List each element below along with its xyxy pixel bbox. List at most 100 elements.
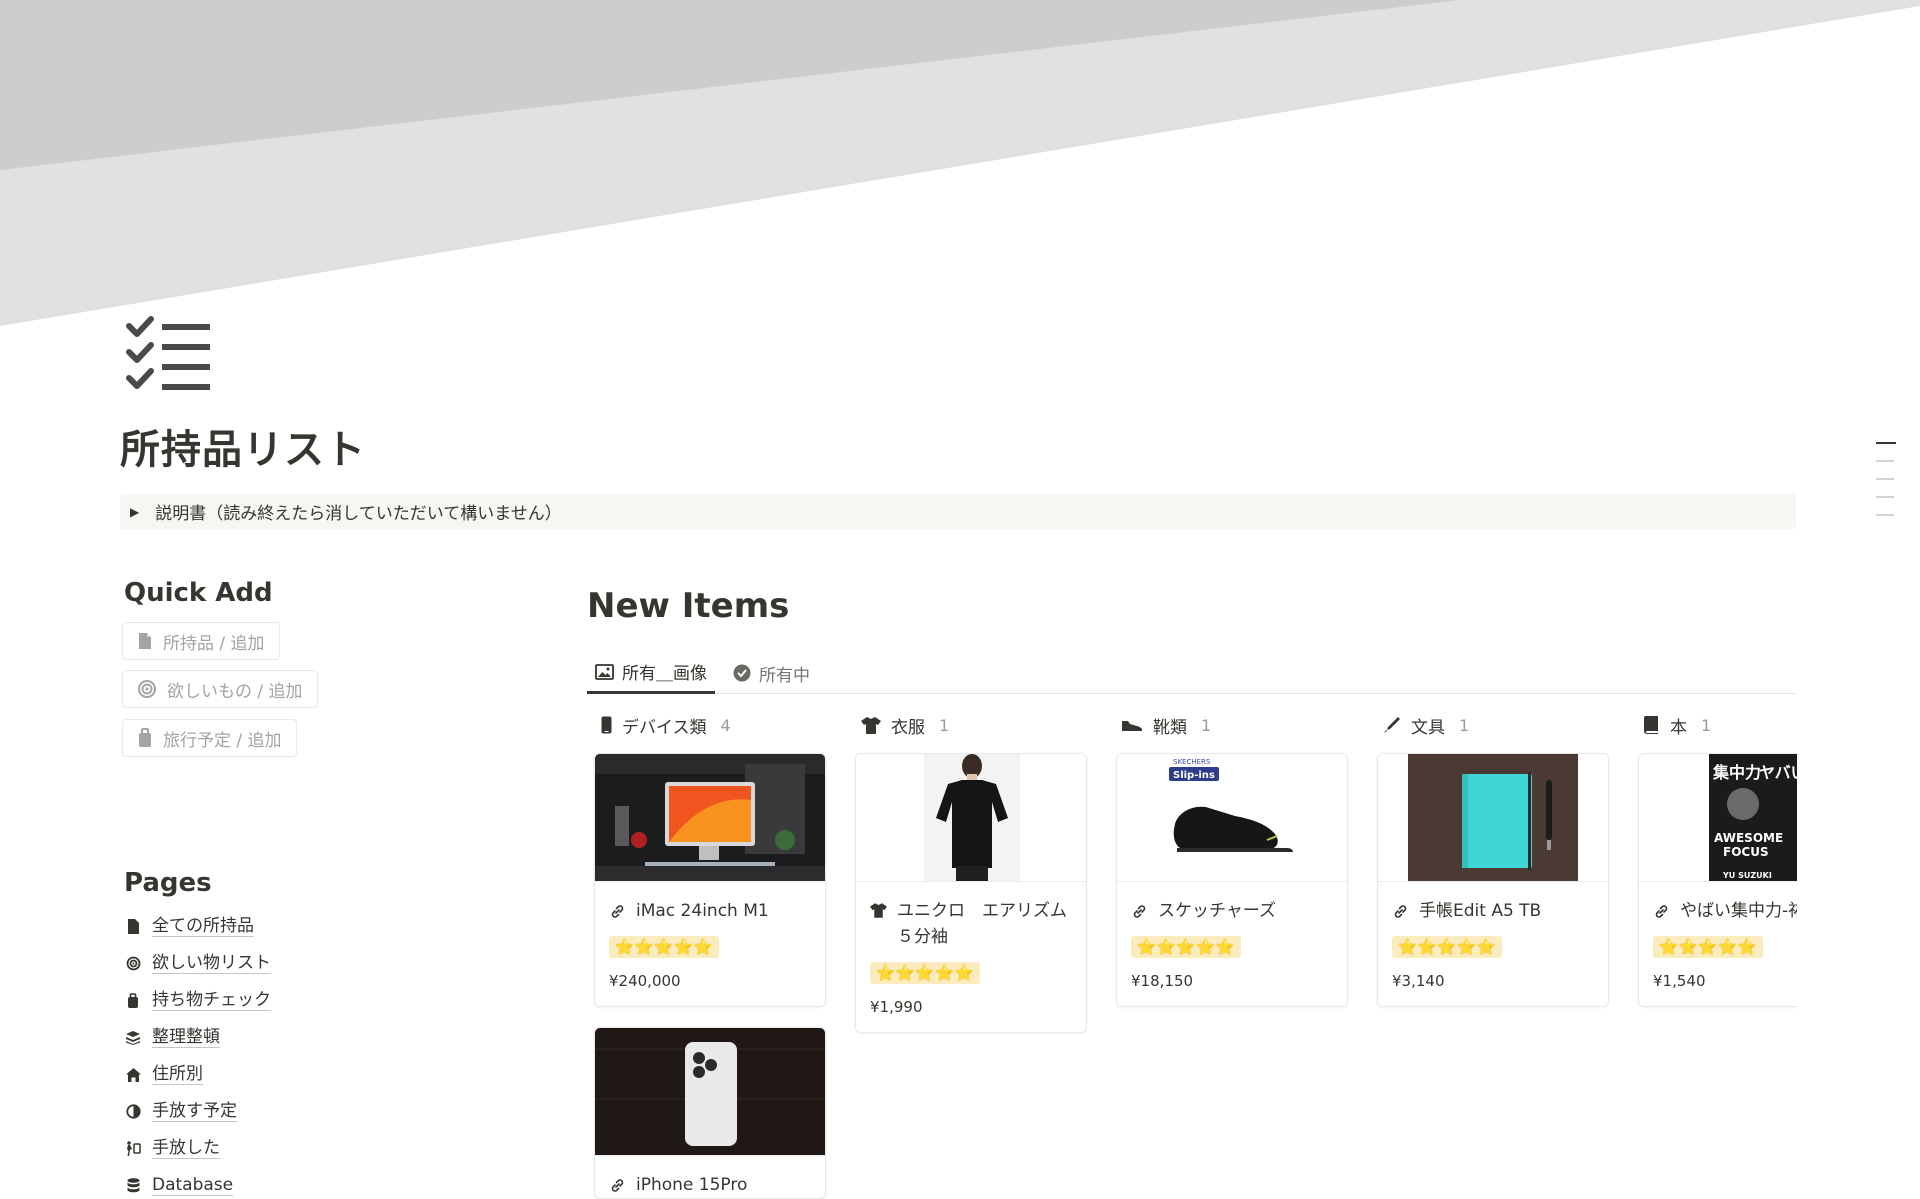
card-name: スケッチャーズ	[1158, 901, 1276, 921]
tab-owned-gallery[interactable]: 所有＿画像	[587, 652, 715, 694]
document-icon	[124, 918, 142, 936]
quick-add-heading: Quick Add	[124, 578, 273, 608]
column-name: デバイス類	[622, 717, 707, 738]
link-icon	[611, 905, 624, 918]
column-name: 靴類	[1153, 717, 1187, 738]
add-wishlist-button[interactable]: 欲しいもの / 追加	[122, 670, 318, 708]
rating-badge: ⭐⭐⭐⭐⭐	[1392, 936, 1503, 958]
page-title[interactable]: 所持品リスト	[120, 417, 366, 475]
card-book[interactable]: 集中力 ヤバい AWESOME FOCUS YU SUZUKI やばい集中力-祐…	[1638, 753, 1797, 1007]
card-price: ¥1,540	[1653, 972, 1706, 990]
toggle-triangle-icon[interactable]: ▶	[130, 505, 139, 519]
add-wishlist-label: 欲しいもの / 追加	[167, 681, 303, 702]
cover-image[interactable]	[0, 0, 1920, 330]
column-name: 本	[1670, 717, 1687, 738]
card-price: ¥3,140	[1392, 972, 1445, 990]
card-iphone[interactable]: iPhone 15Pro	[594, 1027, 826, 1199]
cover-text: AWESOME	[1714, 831, 1783, 845]
shirt-icon	[870, 903, 887, 918]
card-name: ユニクロ エアリズム５分袖	[897, 901, 1067, 947]
card-title: やばい集中力-祐	[1653, 898, 1797, 924]
page-link-by-location[interactable]: 住所別	[124, 1056, 271, 1093]
page-link-label: 手放す予定	[152, 1101, 237, 1122]
column-header-devices[interactable]: デバイス類 4	[601, 710, 731, 740]
card-notebook[interactable]: 手帳Edit A5 TB ⭐⭐⭐⭐⭐ ¥3,140	[1377, 753, 1609, 1007]
imac-photo	[595, 754, 825, 882]
outline-item[interactable]	[1876, 478, 1894, 480]
page-link-label: 欲しい物リスト	[152, 953, 271, 974]
shoe-icon	[1122, 720, 1142, 731]
card-title: iMac 24inch M1	[609, 898, 811, 924]
page-link-database[interactable]: Database	[124, 1167, 271, 1199]
person-walking-icon	[124, 1140, 142, 1158]
page-link-to-let-go[interactable]: 手放す予定	[124, 1093, 271, 1130]
checklist-icon[interactable]	[126, 316, 212, 392]
card-price: ¥240,000	[609, 972, 681, 990]
add-item-label: 所持品 / 追加	[163, 633, 265, 654]
phone-icon	[601, 716, 612, 734]
page-link-label: Database	[152, 1175, 234, 1196]
card-price: ¥1,990	[870, 998, 923, 1016]
book-cover-photo: 集中力 ヤバい AWESOME FOCUS YU SUZUKI	[1639, 754, 1797, 882]
database-title[interactable]: New Items	[587, 586, 789, 626]
link-icon	[1655, 905, 1668, 918]
rating-badge: ⭐⭐⭐⭐⭐	[1131, 936, 1242, 958]
column-header-stationery[interactable]: 文具 1	[1383, 710, 1469, 740]
home-icon	[124, 1066, 142, 1084]
page-link-label: 住所別	[152, 1064, 203, 1085]
tab-label: 所有＿画像	[622, 664, 707, 684]
brand-text: Slip-ins	[1173, 770, 1215, 781]
add-trip-button[interactable]: 旅行予定 / 追加	[122, 719, 297, 757]
column-header-books[interactable]: 本 1	[1644, 710, 1711, 740]
add-trip-label: 旅行予定 / 追加	[163, 730, 282, 751]
card-skechers[interactable]: SKECHERS Slip-ins スケッチャーズ ⭐⭐⭐⭐⭐ ¥18,150	[1116, 753, 1348, 1007]
toggle-label: 説明書（読み終えたら消していただいて構いません）	[155, 504, 562, 524]
card-title: 手帳Edit A5 TB	[1392, 898, 1594, 924]
pen-icon	[1384, 717, 1400, 733]
check-circle-icon	[733, 664, 751, 682]
column-header-clothes[interactable]: 衣服 1	[861, 710, 949, 740]
page-link-label: 全ての所持品	[152, 916, 254, 937]
card-name: iMac 24inch M1	[636, 901, 769, 921]
page-outline[interactable]	[1876, 442, 1896, 532]
card-title: スケッチャーズ	[1131, 898, 1333, 924]
column-count: 1	[1459, 715, 1470, 735]
notebook-photo	[1378, 754, 1608, 882]
link-icon	[1394, 905, 1407, 918]
column-header-shoes[interactable]: 靴類 1	[1121, 710, 1211, 740]
add-item-button[interactable]: 所持品 / 追加	[122, 622, 280, 660]
outline-item[interactable]	[1876, 514, 1894, 516]
rating-badge: ⭐⭐⭐⭐⭐	[870, 962, 981, 984]
card-title: iPhone 15Pro	[609, 1172, 811, 1198]
card-name: 手帳Edit A5 TB	[1419, 901, 1542, 921]
page-link-label: 手放した	[152, 1138, 220, 1159]
pages-list: 全ての所持品 欲しい物リスト 持ち物チェック 整理整頓 住所別 手放す予定 手放…	[124, 908, 271, 1199]
rating-badge: ⭐⭐⭐⭐⭐	[609, 936, 720, 958]
page-link-all-items[interactable]: 全ての所持品	[124, 908, 271, 945]
page-link-organize[interactable]: 整理整頓	[124, 1019, 271, 1056]
target-icon	[124, 955, 142, 973]
tshirt-photo	[856, 754, 1086, 882]
page-link-let-go[interactable]: 手放した	[124, 1130, 271, 1167]
image-icon	[595, 663, 614, 680]
luggage-icon	[124, 992, 142, 1010]
link-icon	[611, 1179, 624, 1192]
instructions-toggle[interactable]: ▶ 説明書（読み終えたら消していただいて構いません）	[120, 494, 1796, 529]
outline-item[interactable]	[1876, 460, 1894, 462]
outline-item[interactable]	[1876, 442, 1896, 444]
card-imac[interactable]: iMac 24inch M1 ⭐⭐⭐⭐⭐ ¥240,000	[594, 753, 826, 1007]
outline-item[interactable]	[1876, 496, 1894, 498]
page-link-wishlist[interactable]: 欲しい物リスト	[124, 945, 271, 982]
card-title: ユニクロ エアリズム５分袖	[870, 898, 1072, 950]
column-count: 4	[720, 715, 731, 735]
database-icon	[124, 1177, 142, 1195]
card-name: やばい集中力-祐	[1680, 901, 1797, 921]
tab-owned[interactable]: 所有中	[725, 652, 818, 694]
brand-text: SKECHERS	[1173, 758, 1211, 766]
column-count: 1	[1201, 715, 1212, 735]
page-link-packing-check[interactable]: 持ち物チェック	[124, 982, 271, 1019]
page: 所持品リスト ▶ 説明書（読み終えたら消していただいて構いません） Quick …	[0, 0, 1920, 1199]
card-tshirt[interactable]: ユニクロ エアリズム５分袖 ⭐⭐⭐⭐⭐ ¥1,990	[855, 753, 1087, 1033]
board-view: iMac 24inch M1 ⭐⭐⭐⭐⭐ ¥240,000 ユニクロ エアリズム…	[587, 740, 1797, 1199]
view-tabs: 所有＿画像 所有中	[587, 652, 1797, 694]
